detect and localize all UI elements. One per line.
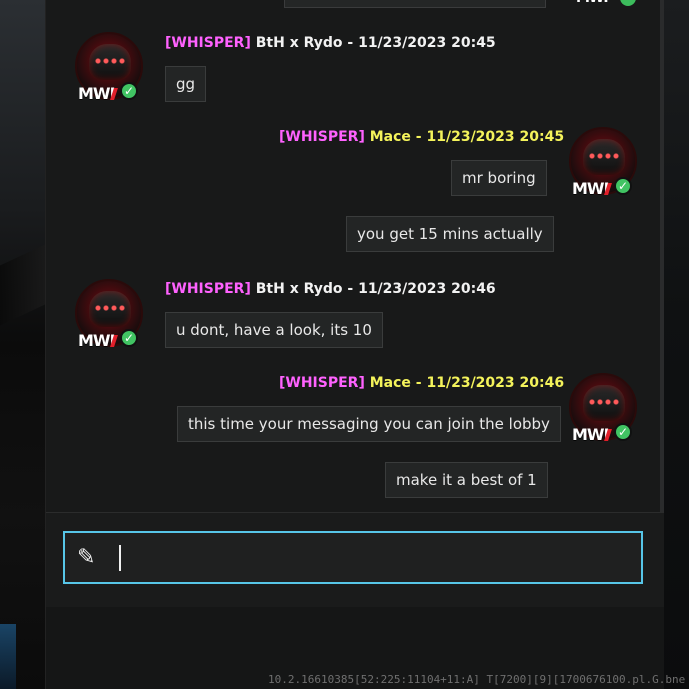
night-vision-icon <box>587 398 621 406</box>
text-caret <box>119 545 121 571</box>
header-separator: - <box>415 129 422 145</box>
pencil-icon: ✎ <box>77 545 96 570</box>
timestamp: 11/23/2023 20:46 <box>426 375 565 391</box>
check-icon: ✓ <box>120 82 138 100</box>
whisper-chat-panel: MWI MWI ✓ [WHISPER] <box>45 0 664 689</box>
message-header: [WHISPER] Mace - 11/23/2023 20:46 <box>279 375 564 391</box>
debug-build-info: 10.2.16610385[52:225:11104+11:A] T[7200]… <box>268 673 686 686</box>
message-header: [WHISPER] BtH x Rydo - 11/23/2023 20:45 <box>165 35 496 51</box>
message-bubble: you get 15 mins actually <box>346 216 554 252</box>
whisper-tag: [WHISPER] <box>165 281 251 297</box>
message-bubble: gg <box>165 66 207 102</box>
message-header: [WHISPER] BtH x Rydo - 11/23/2023 20:46 <box>165 281 496 297</box>
whisper-tag: [WHISPER] <box>165 35 251 51</box>
left-background-art <box>0 0 46 689</box>
message-bubble: mr boring <box>451 160 547 196</box>
game-logo-badge: MWI <box>572 179 616 198</box>
night-vision-icon <box>93 304 127 312</box>
check-icon: ✓ <box>614 423 632 441</box>
game-ui-root: MWI MWI ✓ [WHISPER] <box>0 0 689 689</box>
left-background-shape <box>0 244 45 326</box>
check-icon: ✓ <box>614 177 632 195</box>
message-bubble: this time your messaging you can join th… <box>177 406 561 442</box>
message-input[interactable] <box>117 542 631 574</box>
game-logo-text: MWI <box>572 179 610 198</box>
header-separator: - <box>415 375 422 391</box>
message-input-box[interactable]: ✎ <box>63 531 643 584</box>
avatar: MWI ✓ <box>564 122 642 200</box>
previous-message-bubble-fragment <box>284 0 546 8</box>
sender-name: Mace <box>369 375 411 391</box>
game-logo-text: MWI <box>572 425 610 444</box>
game-logo-text: MWI <box>78 84 116 103</box>
timestamp: 11/23/2023 20:45 <box>358 35 496 51</box>
game-logo-badge: MWI <box>78 84 122 103</box>
message-bubble: make it a best of 1 <box>385 462 548 498</box>
avatar: MWI ✓ <box>70 274 148 352</box>
avatar: MWI ✓ <box>70 27 148 105</box>
message-bubble: u dont, have a look, its 10 <box>165 312 383 348</box>
check-icon: ✓ <box>120 329 138 347</box>
check-icon <box>620 0 636 6</box>
timestamp: 11/23/2023 20:46 <box>358 281 496 297</box>
game-logo-text: MWI <box>78 331 116 350</box>
night-vision-icon <box>93 57 127 65</box>
message-composer: ✎ <box>46 512 664 608</box>
whisper-tag: [WHISPER] <box>279 375 365 391</box>
avatar: MWI ✓ <box>564 368 642 446</box>
header-separator: - <box>347 281 354 297</box>
previous-avatar-fragment: MWI <box>576 0 636 6</box>
sender-name: BtH x Rydo <box>255 281 343 297</box>
left-background-blue-panel <box>0 624 16 689</box>
sender-name: BtH x Rydo <box>255 35 343 51</box>
whisper-tag: [WHISPER] <box>279 129 365 145</box>
game-logo-badge: MWI <box>78 331 122 350</box>
timestamp: 11/23/2023 20:45 <box>426 129 565 145</box>
night-vision-icon <box>587 152 621 160</box>
sender-name: Mace <box>369 129 411 145</box>
chat-history[interactable]: MWI MWI ✓ [WHISPER] <box>46 0 664 512</box>
game-logo-badge: MWI <box>572 425 616 444</box>
header-separator: - <box>347 35 354 51</box>
chat-scrollbar[interactable] <box>660 0 664 512</box>
message-header: [WHISPER] Mace - 11/23/2023 20:45 <box>279 129 564 145</box>
avatar-logo-fragment: MWI <box>576 0 609 6</box>
